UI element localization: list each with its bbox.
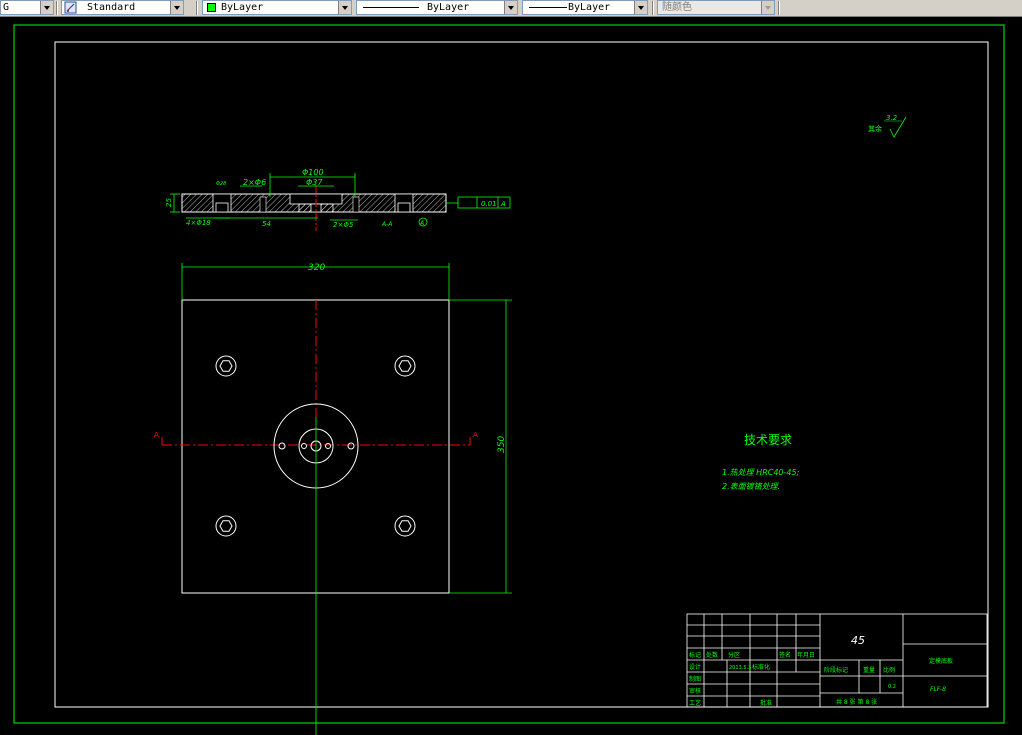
dimension-style-icon	[64, 1, 77, 14]
dim-phi100: Φ100	[302, 168, 324, 177]
technical-requirements: 技术要求 1.热处理 HRC40-45; 2.表面镀铬处理.	[722, 433, 800, 491]
linetype-preview-icon	[363, 7, 419, 8]
dim-54: 54	[262, 220, 271, 228]
linetype-value: ByLayer	[427, 2, 470, 13]
plot-style-value: 随颜色	[662, 2, 692, 13]
tb-weight: 重量	[863, 666, 875, 674]
section-hole	[397, 202, 411, 213]
chevron-down-icon[interactable]	[761, 1, 774, 14]
dim-4xphi18: 4×Φ18	[186, 219, 211, 227]
linetype-dropdown[interactable]: ByLayer	[356, 0, 518, 15]
tb-row-check: 审核	[689, 687, 701, 695]
pin-hole	[352, 196, 360, 213]
pin-hole	[301, 443, 307, 449]
requirements-title: 技术要求	[744, 433, 792, 447]
dim-height: 350	[497, 436, 507, 453]
tb-stage-mark: 阶段标记	[824, 666, 848, 674]
tb-scale: 比例	[883, 666, 895, 674]
tb-col-date: 年月日	[797, 651, 815, 659]
section-mark-left: A	[154, 431, 159, 439]
surface-roughness-symbol: 其余 3.2	[868, 114, 907, 138]
tb-sheets: 共 8 张 第 8 张	[836, 698, 877, 706]
dim-style-dropdown[interactable]: Standard	[61, 0, 184, 15]
toolbar-separator	[652, 1, 654, 15]
roughness-prefix: 其余	[868, 124, 882, 133]
lineweight-preview-icon	[529, 7, 567, 8]
screw-hole	[278, 442, 286, 450]
section-label: A-A	[381, 221, 392, 228]
datum-label: A	[419, 220, 424, 227]
flatness-tolerance: 0.01	[481, 200, 497, 208]
chevron-down-icon[interactable]	[170, 1, 183, 14]
flatness-datum: A	[500, 200, 506, 208]
outer-frame	[13, 24, 1005, 724]
roughness-value: 3.2	[886, 114, 898, 122]
hex-counterbore	[219, 520, 233, 532]
hex-counterbore	[398, 520, 412, 532]
dim-small-label: Φ28	[216, 181, 226, 187]
lineweight-dropdown[interactable]: ByLayer	[522, 0, 648, 15]
dim-2xphi5: 2×Φ5	[333, 221, 354, 229]
tb-row-approve: 批准	[760, 699, 772, 707]
section-view: Φ100 Φ37 2×Φ6 Φ28 25 4×Φ18 54 2×Φ5 A-A A…	[165, 168, 511, 231]
title-block: 标记 处数 分区 签名 年月日 设计 2013.5.3 标准化 制图 审核 工艺…	[686, 613, 988, 708]
color-dropdown[interactable]: ByLayer	[202, 0, 352, 15]
tb-col-sign: 签名	[779, 651, 791, 659]
tb-col-zone: 分区	[728, 651, 740, 659]
properties-toolbar: G Standard ByLayer ByLayer ByLayer 随颜色	[0, 0, 1022, 17]
dim-phi37: Φ37	[306, 178, 323, 187]
tb-col-mark: 标记	[689, 651, 701, 659]
corner-hole	[394, 355, 416, 377]
requirement-item: 1.热处理 HRC40-45;	[722, 468, 800, 477]
plan-view: 320 350 A A	[154, 263, 512, 735]
toolbar-separator	[778, 1, 780, 15]
corner-hole	[215, 355, 237, 377]
requirement-item: 2.表面镀铬处理.	[722, 482, 780, 491]
tb-drawing-no: FLF-8	[930, 686, 946, 693]
dim-style-value: Standard	[87, 2, 136, 13]
tb-material: 45	[851, 634, 865, 647]
corner-hole	[394, 515, 416, 537]
tb-col-std: 标准化	[752, 663, 770, 671]
chevron-down-icon[interactable]	[40, 1, 53, 14]
color-swatch-icon	[207, 3, 216, 12]
chevron-down-icon[interactable]	[634, 1, 647, 14]
text-style-value: G	[3, 2, 10, 13]
chevron-down-icon[interactable]	[504, 1, 517, 14]
text-style-dropdown[interactable]: G	[0, 0, 54, 15]
dim-2xphi6: 2×Φ6	[243, 178, 266, 187]
drawing-canvas[interactable]: Φ100 Φ37 2×Φ6 Φ28 25 4×Φ18 54 2×Φ5 A-A A…	[0, 17, 1022, 735]
corner-hole	[215, 515, 237, 537]
section-mark-right: A	[473, 431, 478, 439]
hex-counterbore	[219, 360, 233, 372]
tb-row-design: 设计	[689, 663, 701, 671]
lineweight-value: ByLayer	[568, 2, 611, 13]
screw-hole	[347, 442, 355, 450]
tb-scale-value: 0.2	[888, 684, 896, 690]
toolbar-separator	[196, 1, 198, 15]
tb-row-process: 工艺	[689, 699, 701, 707]
color-value: ByLayer	[221, 2, 264, 13]
dim-width: 320	[308, 263, 325, 273]
tb-row-draw: 制图	[689, 675, 701, 683]
plot-style-dropdown[interactable]: 随颜色	[657, 0, 775, 15]
hex-counterbore	[398, 360, 412, 372]
chevron-down-icon[interactable]	[338, 1, 351, 14]
section-hole	[215, 202, 229, 213]
pin-hole	[325, 443, 331, 449]
dim-height: 25	[165, 198, 173, 207]
tb-part-name: 定模底板	[929, 657, 953, 665]
inner-frame	[54, 41, 989, 708]
tb-design-date: 2013.5.3	[729, 665, 751, 671]
toolbar-separator	[56, 1, 58, 15]
tb-col-count: 处数	[706, 651, 718, 659]
pin-hole	[259, 196, 267, 213]
